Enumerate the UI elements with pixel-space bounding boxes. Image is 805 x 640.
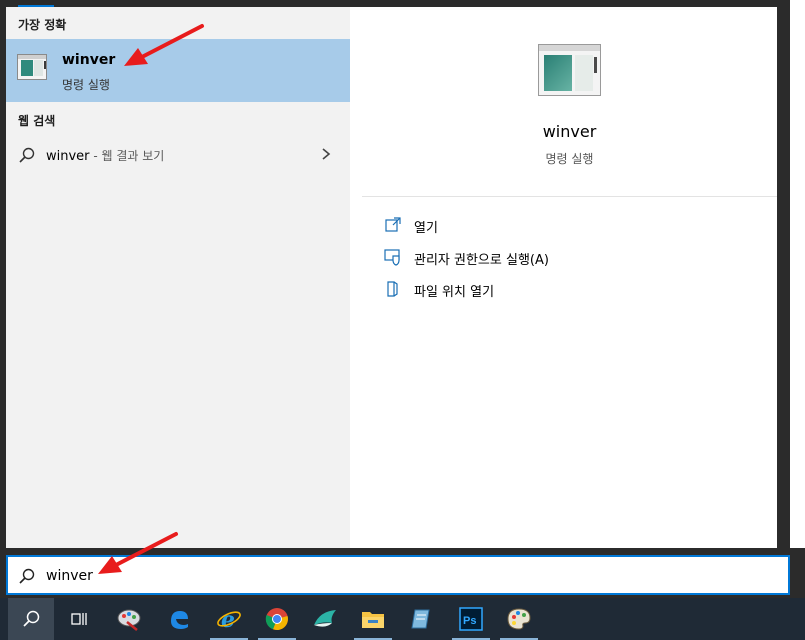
action-open-file-location-label: 파일 위치 열기 xyxy=(414,285,495,300)
shield-icon xyxy=(384,249,400,266)
search-icon xyxy=(19,147,35,163)
action-open-label: 열기 xyxy=(414,221,438,236)
taskbar-notepad[interactable] xyxy=(398,598,444,640)
best-match-item[interactable]: winver 명령 실행 xyxy=(6,39,350,102)
taskbar: e Ps xyxy=(0,598,805,640)
best-match-title: winver xyxy=(62,52,116,68)
taskbar-file-explorer[interactable] xyxy=(350,598,396,640)
window-app-icon xyxy=(538,44,601,96)
chrome-icon xyxy=(265,608,288,631)
ie-icon: e xyxy=(217,607,241,632)
folder-location-icon xyxy=(387,281,398,297)
taskbar-edge[interactable] xyxy=(156,598,202,640)
action-run-as-admin-label: 관리자 권한으로 실행(A) xyxy=(414,253,549,268)
window-frame-right xyxy=(777,0,790,555)
taskbar-task-view[interactable] xyxy=(56,598,102,640)
svg-text:e: e xyxy=(221,607,235,632)
web-search-heading: 웹 검색 xyxy=(18,114,56,128)
folder-icon xyxy=(362,612,384,628)
search-icon xyxy=(19,568,35,584)
chevron-right-icon[interactable] xyxy=(319,146,333,162)
taskbar-paint-app[interactable] xyxy=(106,598,152,640)
paint-icon xyxy=(117,609,141,631)
web-search-item[interactable]: winver - 웹 결과 보기 xyxy=(6,140,350,170)
taskbar-chrome[interactable] xyxy=(254,598,300,640)
window-app-icon xyxy=(17,54,47,80)
preview-subtitle: 명령 실행 xyxy=(545,152,594,166)
preview-pane: winver 명령 실행 열기 관리자 권한으로 실행(A) 파일 위치 열기 xyxy=(362,18,777,555)
desktop-edge xyxy=(790,0,805,555)
action-open-file-location[interactable]: 파일 위치 열기 xyxy=(384,278,764,300)
window-frame-top xyxy=(0,0,805,7)
taskbar-internet-explorer[interactable]: e xyxy=(206,598,252,640)
bird-icon xyxy=(314,610,336,627)
task-view-icon xyxy=(71,613,87,625)
action-open[interactable]: 열기 xyxy=(384,214,764,236)
edge-icon xyxy=(171,611,188,629)
palette-icon xyxy=(507,608,531,630)
best-match-heading: 가장 정확 xyxy=(18,18,67,32)
web-suffix: - 웹 결과 보기 xyxy=(89,149,165,163)
divider xyxy=(362,196,777,197)
open-icon xyxy=(385,217,401,232)
taskbar-app-bird[interactable] xyxy=(302,598,348,640)
web-query: winver xyxy=(46,149,90,164)
taskbar-search-button[interactable] xyxy=(8,598,54,640)
notepad-icon xyxy=(411,609,430,629)
search-input[interactable] xyxy=(46,565,746,587)
web-search-text: winver - 웹 결과 보기 xyxy=(46,147,164,164)
search-box[interactable] xyxy=(6,555,790,595)
best-match-subtitle: 명령 실행 xyxy=(62,78,110,92)
taskbar-paint-palette[interactable] xyxy=(496,598,542,640)
photoshop-label: Ps xyxy=(463,615,476,627)
action-run-as-admin[interactable]: 관리자 권한으로 실행(A) xyxy=(384,246,764,268)
preview-title: winver xyxy=(542,122,597,141)
taskbar-photoshop[interactable]: Ps xyxy=(448,598,494,640)
results-pane: 가장 정확 winver 명령 실행 웹 검색 winver - 웹 결과 보기 xyxy=(6,7,350,555)
search-icon xyxy=(23,610,40,627)
photoshop-icon: Ps xyxy=(459,607,483,631)
